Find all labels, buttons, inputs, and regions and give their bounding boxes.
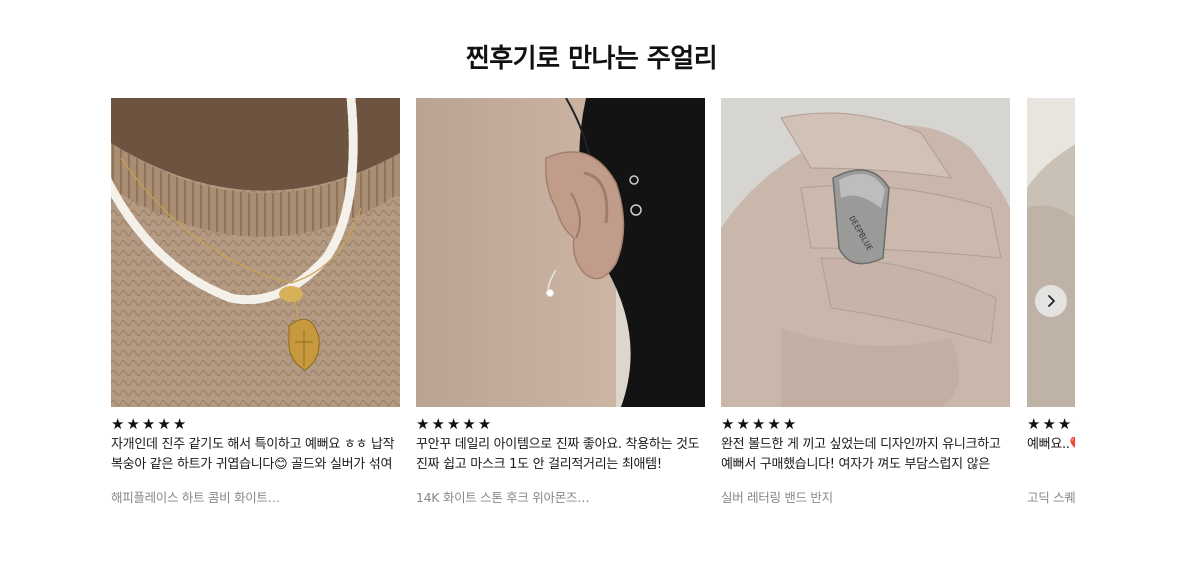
review-photo-necklace[interactable]	[111, 98, 400, 407]
product-link[interactable]: 고딕 스퀘어…	[1027, 487, 1075, 506]
review-photo-earring[interactable]	[416, 98, 705, 407]
section-title: 찐후기로 만나는 주얼리	[465, 44, 718, 74]
star-icon: ★	[126, 415, 140, 433]
star-rating: ★ ★ ★ ★ ★	[1027, 416, 1075, 432]
star-icon: ★	[721, 415, 735, 433]
review-photo-ring[interactable]: DEEPBLUE	[721, 98, 1010, 407]
star-icon: ★	[1027, 415, 1041, 433]
star-rating: ★ ★ ★ ★ ★	[111, 416, 400, 432]
star-icon: ★	[431, 415, 445, 433]
star-icon: ★	[1057, 415, 1072, 433]
star-icon: ★	[111, 415, 125, 433]
star-icon: ★	[736, 415, 750, 433]
star-rating: ★ ★ ★ ★ ★	[721, 416, 1010, 432]
product-link[interactable]: 실버 레터링 밴드 반지	[721, 487, 1010, 506]
chevron-right-icon	[1048, 295, 1055, 307]
star-icon: ★	[751, 415, 766, 433]
product-link[interactable]: 14K 화이트 스톤 후크 위아몬즈…	[416, 487, 705, 506]
review-card[interactable]: DEEPBLUE ★ ★ ★ ★ ★ 완전 볼드한 게 끼고 싶었는데 디자인까…	[721, 98, 1010, 506]
star-icon: ★	[172, 415, 187, 433]
review-text: 예뻐요..❤️ 제아르에서…	[1027, 437, 1075, 452]
star-icon: ★	[477, 415, 492, 433]
carousel-next-button[interactable]	[1035, 285, 1067, 317]
review-text: 완전 볼드한 게 끼고 싶었는데 디자인까지 유니크하고 예뻐서 구매했습니다!…	[721, 437, 1001, 472]
star-icon: ★	[141, 415, 156, 433]
star-icon: ★	[462, 415, 476, 433]
review-text: 자개인데 진주 같기도 해서 특이하고 예뻐요 ㅎㅎ 납작복숭아 같은 하트가 …	[111, 437, 395, 472]
star-icon: ★	[446, 415, 461, 433]
star-icon: ★	[1042, 415, 1056, 433]
review-card[interactable]: ★ ★ ★ ★ ★ 자개인데 진주 같기도 해서 특이하고 예뻐요 ㅎㅎ 납작복…	[111, 98, 400, 506]
star-icon: ★	[157, 415, 171, 433]
review-card[interactable]: ★ ★ ★ ★ ★ 꾸안꾸 데일리 아이템으로 진짜 좋아요. 착용하는 것도 …	[416, 98, 705, 506]
star-icon: ★	[767, 415, 781, 433]
review-carousel: ★ ★ ★ ★ ★ 자개인데 진주 같기도 해서 특이하고 예뻐요 ㅎㅎ 납작복…	[111, 98, 1075, 528]
review-text: 꾸안꾸 데일리 아이템으로 진짜 좋아요. 착용하는 것도 진짜 쉽고 마스크 …	[416, 437, 700, 472]
star-rating: ★ ★ ★ ★ ★	[416, 416, 705, 432]
product-link[interactable]: 해피플레이스 하트 콤비 화이트…	[111, 487, 400, 506]
review-photo-partial[interactable]	[1027, 98, 1075, 407]
star-icon: ★	[416, 415, 430, 433]
star-icon: ★	[782, 415, 797, 433]
star-icon: ★	[1073, 416, 1075, 432]
